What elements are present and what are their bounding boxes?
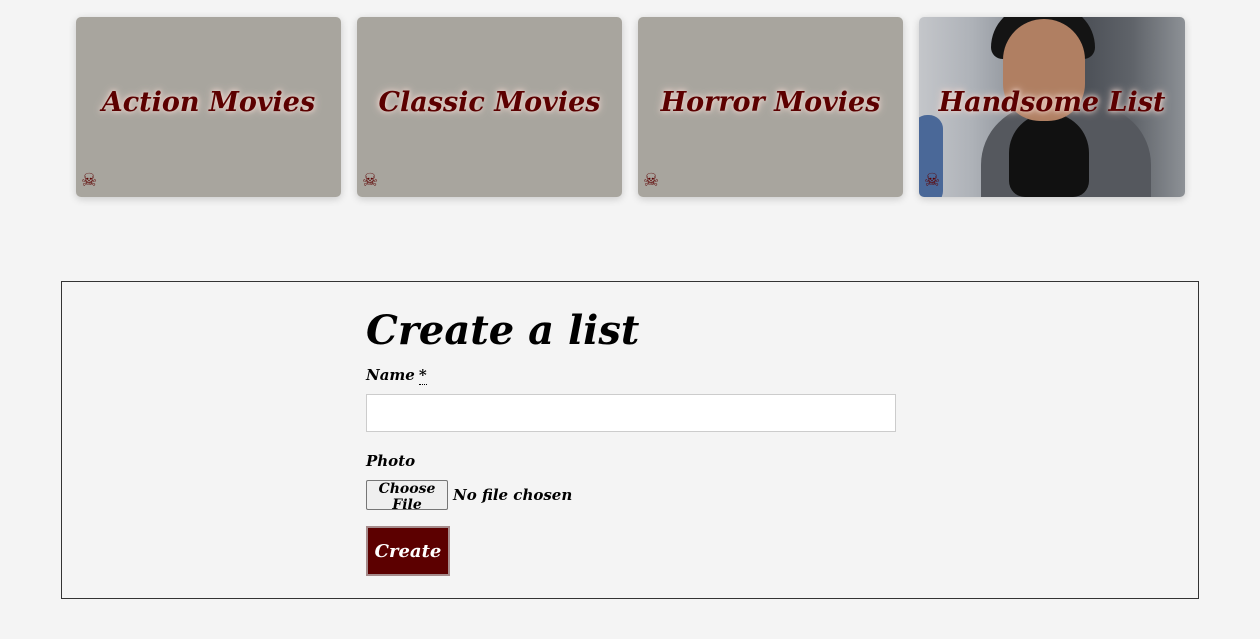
list-card-title: Handsome List [938,87,1166,118]
photo-file-picker: Choose File No file chosen [366,480,573,513]
photo-label: Photo [366,452,416,470]
list-card-classic-movies[interactable]: Classic Movies ☠ [357,17,622,197]
list-card-handsome-list[interactable]: Handsome List ☠ [919,17,1185,197]
name-label-text: Name [366,366,415,384]
list-card-horror-movies[interactable]: Horror Movies ☠ [638,17,903,197]
skull-crossbones-icon: ☠ [924,170,941,191]
skull-crossbones-icon: ☠ [643,170,660,191]
create-list-form: Create a list Name * Photo Choose File No… [61,281,1199,599]
list-card-title: Classic Movies [378,87,601,118]
create-button[interactable]: Create [366,526,450,576]
list-cards: Action Movies ☠ Classic Movies ☠ Horror … [76,17,1185,197]
form-title: Create a list [366,307,640,354]
choose-file-button[interactable]: Choose File [366,480,448,513]
list-card-title: Action Movies [101,87,316,118]
name-input[interactable] [366,394,896,432]
skull-crossbones-icon: ☠ [81,170,98,191]
name-label: Name * [366,366,427,385]
required-marker: * [418,366,427,385]
list-card-action-movies[interactable]: Action Movies ☠ [76,17,341,197]
skull-crossbones-icon: ☠ [362,170,379,191]
file-status-text: No file chosen [453,486,573,504]
list-card-title: Horror Movies [660,87,881,118]
